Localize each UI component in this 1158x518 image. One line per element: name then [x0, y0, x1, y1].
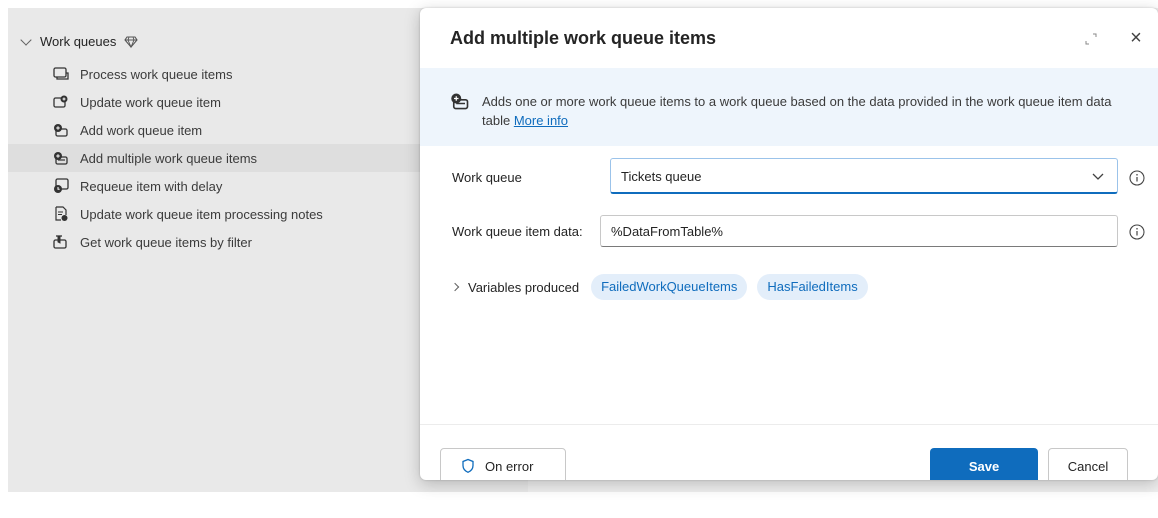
filter-queue-icon — [52, 234, 70, 250]
shield-icon — [462, 458, 474, 474]
chevron-down-icon — [1092, 173, 1104, 180]
add-multiple-queue-icon — [451, 93, 469, 110]
more-info-link[interactable]: More info — [514, 113, 568, 128]
group-label: Work queues — [40, 34, 117, 49]
description-body: Adds one or more work queue items to a w… — [482, 94, 1112, 128]
sidebar-item-label: Update work queue item processing notes — [80, 206, 323, 222]
sidebar-item-label: Process work queue items — [80, 66, 233, 82]
info-icon[interactable] — [1129, 224, 1145, 240]
sidebar-item-label: Requeue item with delay — [80, 178, 223, 194]
info-icon[interactable] — [1129, 170, 1145, 186]
work-queue-item-data-label: Work queue item data: — [452, 224, 583, 239]
work-queue-label: Work queue — [452, 170, 522, 185]
process-queue-icon — [52, 66, 70, 82]
variable-chip-has-failed-items[interactable]: HasFailedItems — [757, 274, 868, 300]
requeue-icon — [52, 178, 70, 194]
description-banner: Adds one or more work queue items to a w… — [420, 68, 1158, 146]
footer-divider — [420, 424, 1158, 425]
work-queue-dropdown[interactable]: Tickets queue — [610, 158, 1118, 194]
add-multiple-work-queue-items-dialog: Add multiple work queue items × Adds one… — [420, 8, 1158, 480]
save-button[interactable]: Save — [930, 448, 1038, 480]
on-error-label: On error — [485, 458, 534, 474]
sidebar-item-label: Get work queue items by filter — [80, 234, 252, 250]
sidebar-item-label: Update work queue item — [80, 94, 221, 110]
item-data-value: %DataFromTable% — [611, 224, 723, 239]
chevron-right-icon[interactable] — [450, 282, 460, 292]
cancel-button[interactable]: Cancel — [1048, 448, 1128, 480]
on-error-button[interactable]: On error — [440, 448, 566, 480]
sidebar-item-label: Add work queue item — [80, 122, 203, 138]
update-queue-icon — [52, 94, 70, 110]
chevron-down-icon — [20, 33, 32, 46]
expand-icon[interactable] — [1084, 32, 1098, 46]
premium-diamond-icon — [124, 35, 139, 48]
variable-chip-failed-work-queue-items[interactable]: FailedWorkQueueItems — [591, 274, 748, 300]
variables-produced-label[interactable]: Variables produced — [468, 280, 579, 295]
sidebar-item-label: Add multiple work queue items — [80, 150, 258, 166]
dialog-title: Add multiple work queue items — [450, 28, 717, 48]
work-queue-value: Tickets queue — [621, 169, 702, 184]
close-icon[interactable]: × — [1126, 28, 1146, 48]
work-queue-item-data-input[interactable]: %DataFromTable% — [600, 215, 1118, 247]
description-text: Adds one or more work queue items to a w… — [482, 92, 1142, 130]
app-window: Work queues Process work queue items Upd… — [0, 0, 1158, 518]
variables-produced-row: Variables produced FailedWorkQueueItems … — [450, 274, 868, 300]
add-multiple-queue-icon — [52, 150, 70, 166]
work-queues-group[interactable]: Work queues — [20, 33, 139, 49]
notes-icon — [52, 206, 70, 222]
add-queue-icon — [52, 122, 70, 138]
